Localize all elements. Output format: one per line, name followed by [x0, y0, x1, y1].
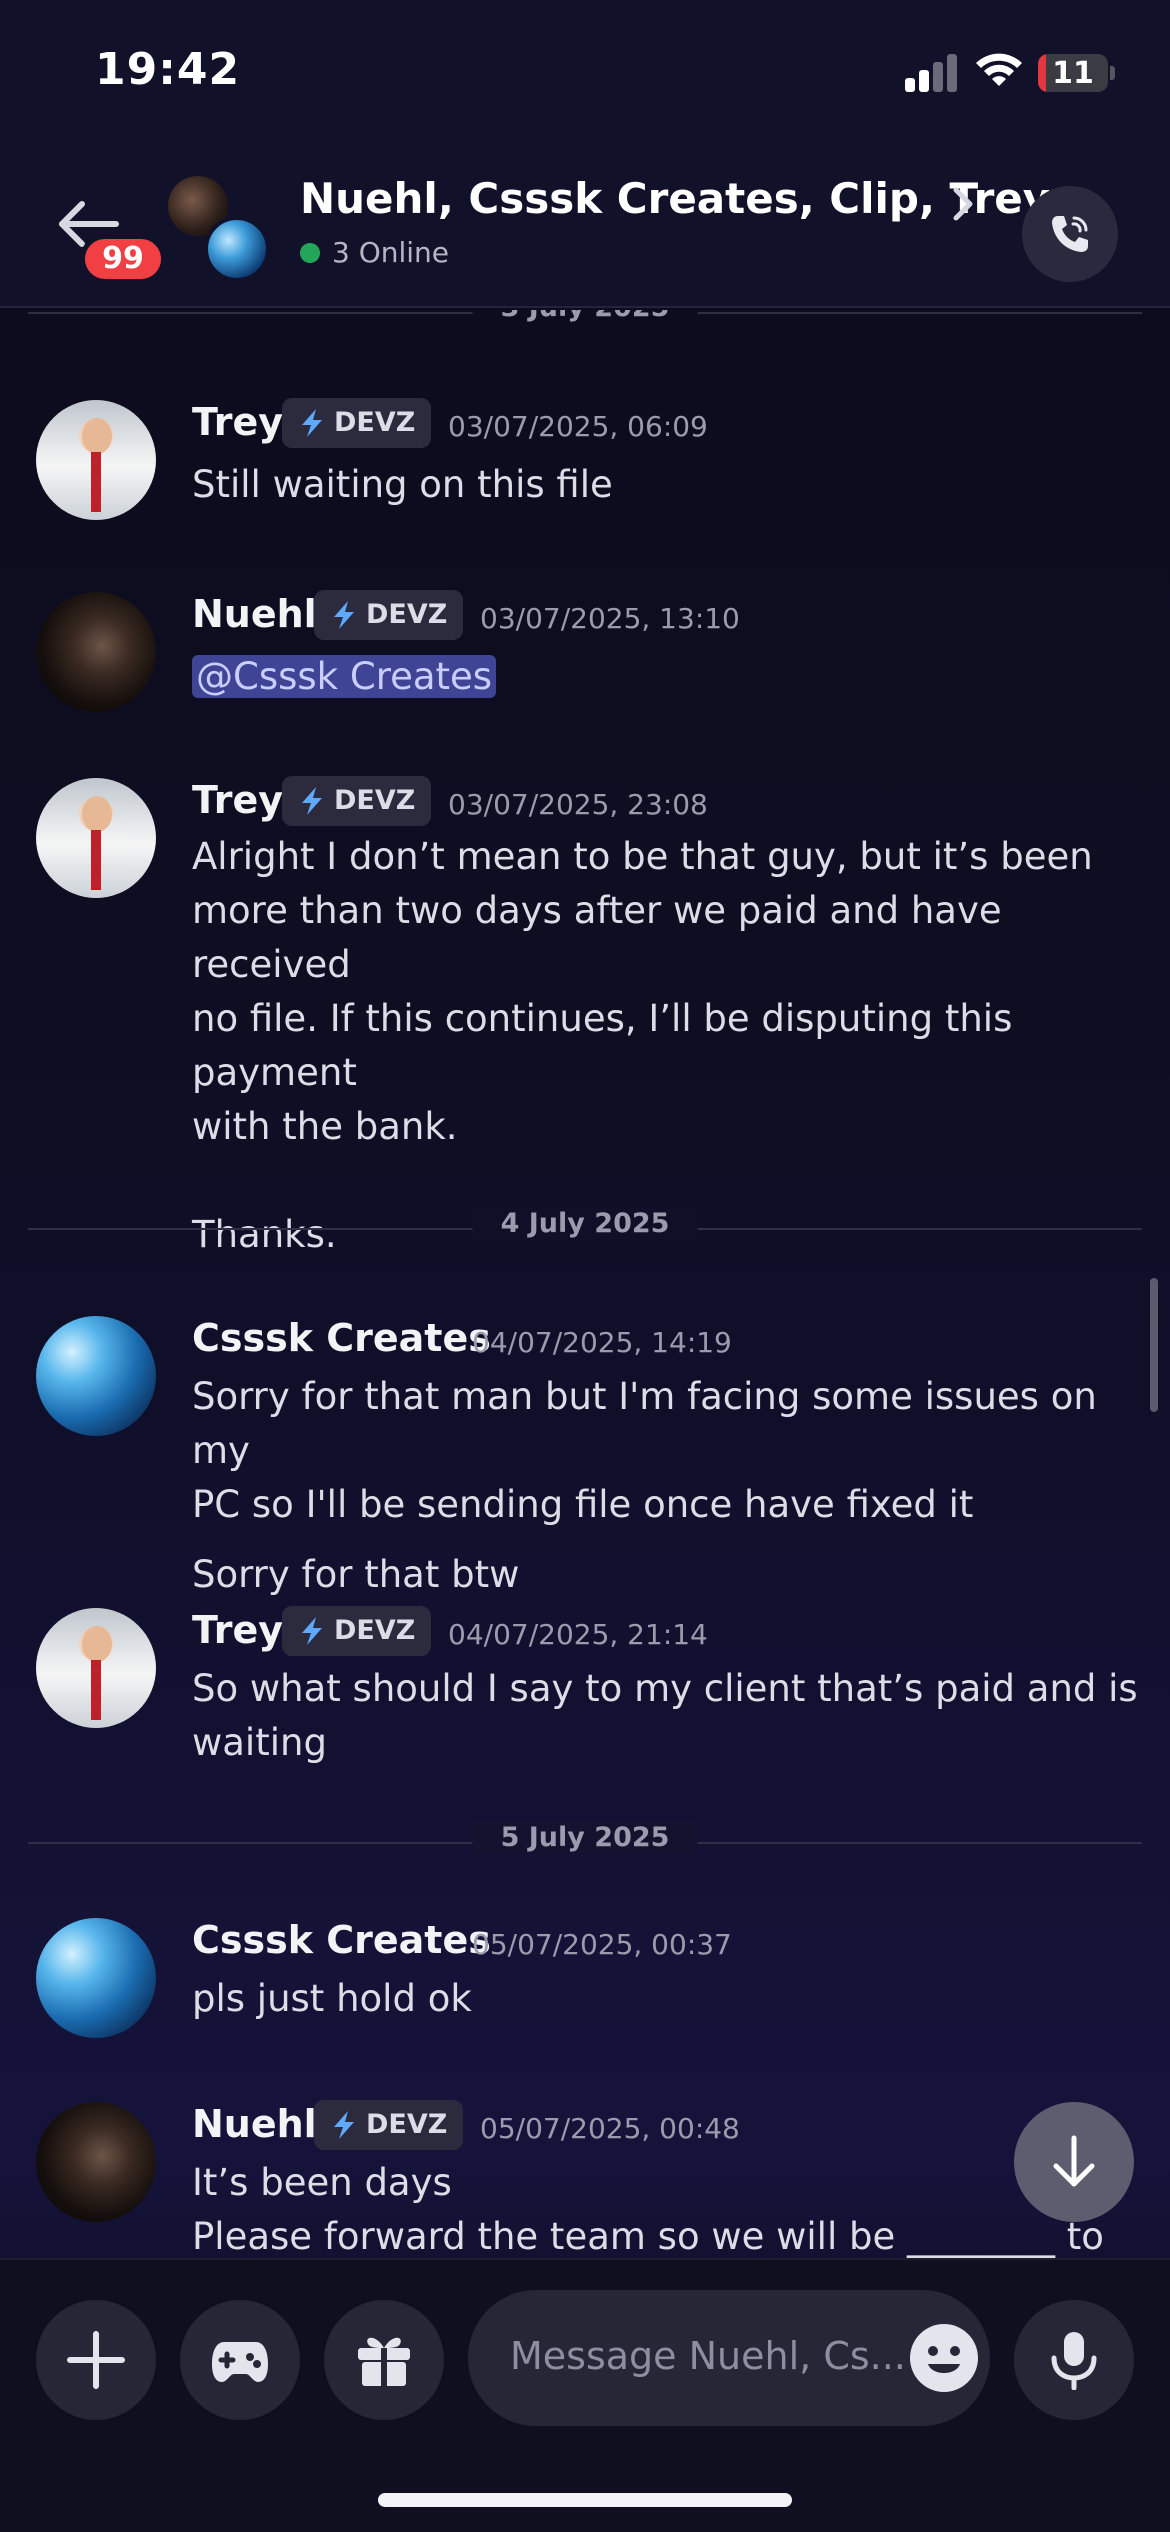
role-tag[interactable]: DEVZ — [282, 776, 432, 826]
avatar[interactable] — [36, 1316, 156, 1436]
activities-button[interactable] — [180, 2300, 300, 2420]
avatar[interactable] — [36, 2102, 156, 2222]
message-list[interactable]: 3 July 2025 Trey DEVZ 03/07/2025, 06:09 … — [0, 310, 1170, 2258]
arrow-down-icon — [1053, 2135, 1095, 2187]
call-button[interactable] — [1022, 186, 1118, 282]
smile-icon[interactable] — [908, 2322, 980, 2394]
avatar[interactable] — [36, 592, 156, 712]
gift-icon — [358, 2337, 410, 2386]
phone-icon — [1052, 216, 1088, 252]
unread-badge: 99 — [80, 234, 166, 284]
message-author[interactable]: Trey — [192, 400, 283, 444]
chevron-right-icon[interactable] — [950, 184, 976, 224]
message-timestamp: 04/07/2025, 21:14 — [448, 1618, 708, 1651]
battery-level: 11 — [1052, 56, 1094, 91]
message-line: Sorry for that btw — [192, 1553, 520, 1596]
home-indicator[interactable] — [378, 2493, 792, 2507]
message-line: Alright I don’t mean to be that guy, but… — [192, 835, 1093, 878]
date-divider: 3 July 2025 — [28, 310, 1142, 332]
user-mention[interactable]: @Csssk Creates — [192, 655, 497, 698]
message-body: pls just hold ok — [192, 1972, 1142, 2026]
group-avatar[interactable] — [168, 176, 270, 282]
message-line — [192, 1154, 1142, 1208]
voice-message-button[interactable] — [1014, 2300, 1134, 2420]
message-timestamp: 03/07/2025, 06:09 — [448, 410, 708, 443]
lightning-icon — [302, 787, 322, 815]
message-line: no file. If this continues, I’ll be disp… — [192, 997, 1013, 1094]
message-author[interactable]: Csssk Creates — [192, 1918, 491, 1962]
message-timestamp: 03/07/2025, 13:10 — [480, 602, 740, 635]
message-body: Alright I don’t mean to be that guy, but… — [192, 830, 1142, 1262]
message-timestamp: 05/07/2025, 00:37 — [472, 1928, 732, 1961]
message-line: waiting — [192, 1721, 327, 1764]
lightning-icon — [334, 601, 354, 629]
message-line: pls just hold ok — [192, 1977, 472, 2020]
role-tag-label: DEVZ — [334, 407, 416, 438]
message-author[interactable]: Nuehl — [192, 592, 317, 636]
chat-header: 99 Nuehl, Csssk Creates, Clip, Trey 3 On… — [0, 150, 1170, 308]
message-line: So what should I say to my client that’s… — [192, 1667, 1138, 1710]
avatar[interactable] — [36, 778, 156, 898]
microphone-icon — [1051, 2332, 1097, 2390]
lightning-icon — [334, 2111, 354, 2139]
message-body: It’s been days Please forward the team s… — [192, 2156, 1142, 2258]
plus-icon — [67, 2331, 125, 2389]
message-input[interactable]: Message Nuehl, Cs... — [468, 2290, 990, 2426]
date-divider: 4 July 2025 — [28, 1208, 1142, 1248]
avatar — [204, 216, 270, 282]
online-count: 3 Online — [332, 236, 450, 269]
wifi-icon — [976, 53, 1022, 86]
lightning-icon — [302, 409, 322, 437]
message-author[interactable]: Trey — [192, 778, 283, 822]
message-timestamp: 05/07/2025, 00:48 — [480, 2112, 740, 2145]
avatar[interactable] — [36, 1918, 156, 2038]
message-line: more than two days after we paid and hav… — [192, 889, 1002, 986]
status-time: 19:42 — [95, 44, 241, 95]
message-line: Please forward the team so we will be __… — [192, 2215, 1104, 2258]
gift-button[interactable] — [324, 2300, 444, 2420]
message-body: Sorry for that man but I'm facing some i… — [192, 1370, 1142, 1602]
message-line: with the bank. — [192, 1105, 458, 1148]
message-author[interactable]: Trey — [192, 1608, 283, 1652]
message-composer: Message Nuehl, Cs... — [0, 2258, 1170, 2532]
date-divider-label: 5 July 2025 — [472, 1822, 698, 1853]
date-divider: 5 July 2025 — [28, 1822, 1142, 1862]
message-line: It’s been days — [192, 2161, 452, 2204]
add-attachment-button[interactable] — [36, 2300, 156, 2420]
message-body: So what should I say to my client that’s… — [192, 1662, 1142, 1770]
date-divider-label: 3 July 2025 — [472, 310, 698, 323]
role-tag[interactable]: DEVZ — [282, 1606, 432, 1656]
lightning-icon — [302, 1617, 322, 1645]
role-tag-label: DEVZ — [334, 1615, 416, 1646]
status-bar: 19:42 11 — [0, 0, 1170, 150]
battery-nub — [1110, 66, 1115, 80]
cellular-signal-icon — [905, 52, 957, 92]
avatar[interactable] — [36, 400, 156, 520]
role-tag[interactable]: DEVZ — [314, 590, 464, 640]
role-tag[interactable]: DEVZ — [282, 398, 432, 448]
message-line: Sorry for that man but I'm facing some i… — [192, 1375, 1097, 1472]
message-input-placeholder: Message Nuehl, Cs... — [510, 2334, 906, 2378]
role-tag-label: DEVZ — [334, 785, 416, 816]
message-line: Still waiting on this file — [192, 463, 613, 506]
battery-icon: 11 — [1038, 54, 1108, 92]
role-tag[interactable]: DEVZ — [314, 2100, 464, 2150]
message-body: @Csssk Creates — [192, 650, 1142, 704]
role-tag-label: DEVZ — [366, 599, 448, 630]
avatar[interactable] — [36, 1608, 156, 1728]
scrollbar[interactable] — [1150, 1278, 1158, 1412]
date-divider-label: 4 July 2025 — [472, 1208, 698, 1239]
gamepad-icon — [212, 2342, 268, 2382]
message-author[interactable]: Csssk Creates — [192, 1316, 491, 1360]
message-line: PC so I'll be sending file once have fix… — [192, 1483, 974, 1526]
conversation-title[interactable]: Nuehl, Csssk Creates, Clip, Trey — [300, 174, 1050, 223]
online-dot-icon — [300, 243, 320, 263]
role-tag-label: DEVZ — [366, 2109, 448, 2140]
message-body: Still waiting on this file — [192, 458, 1142, 512]
jump-to-bottom-button[interactable] — [1014, 2102, 1134, 2222]
message-timestamp: 03/07/2025, 23:08 — [448, 788, 708, 821]
message-timestamp: 04/07/2025, 14:19 — [472, 1326, 732, 1359]
online-status: 3 Online — [300, 236, 449, 269]
message-author[interactable]: Nuehl — [192, 2102, 317, 2146]
